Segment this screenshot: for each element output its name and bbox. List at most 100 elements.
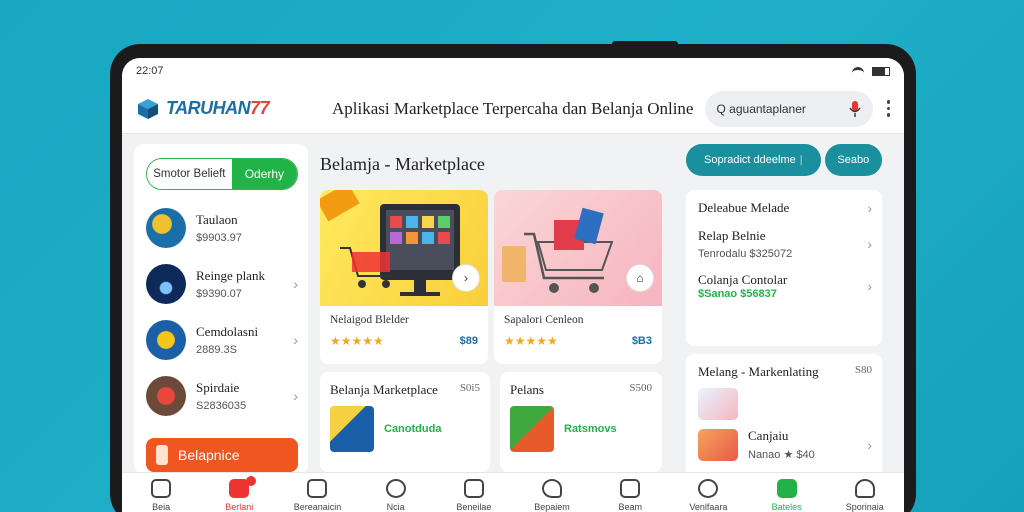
mini-title: Pelans <box>510 382 544 397</box>
chevron-right-icon: › <box>867 236 872 252</box>
seller-item[interactable]: Spirdaie S2836035 › <box>146 368 298 424</box>
page-title: Aplikasi Marketplace Terpercaha dan Bela… <box>332 98 694 118</box>
cube-icon <box>138 98 158 119</box>
bottom-nav: Beia Berlani Bereanaicin Ncia Beneilae B… <box>122 472 904 512</box>
seller-name: Cemdolasni <box>196 324 259 339</box>
trend-thumbnail <box>698 428 738 461</box>
seller-sub: S2836035 <box>196 400 247 412</box>
secondary-action-button[interactable]: Seabo <box>824 144 882 176</box>
mini-thumbnail <box>510 406 554 452</box>
nav-explore[interactable]: Ncia <box>361 479 431 512</box>
search-placeholder: Q aguantaplaner <box>716 101 806 116</box>
wifi-icon <box>852 66 864 76</box>
segment-control: Smotor Belieft Oderhy <box>146 158 298 190</box>
section-title: Belamja - Marketplace <box>320 153 485 174</box>
seller-item[interactable]: Reinge plank $9390.07 › <box>146 256 298 312</box>
mini-tag: Ratsmovs <box>564 423 617 435</box>
nav-storage[interactable]: Beam <box>595 479 665 512</box>
status-bar: 22:07 <box>122 58 904 84</box>
list-icon <box>463 479 484 498</box>
mini-product-card[interactable]: Belanja Marketplace S0i5 Canotduda <box>320 372 490 472</box>
nav-profile[interactable]: Sporinaia <box>830 479 900 512</box>
trend-card: Melang - Markenlating S80 Canjaiu Nanao … <box>686 354 882 478</box>
nav-wallet[interactable]: Bateles <box>752 479 822 512</box>
trend-price: S80 <box>854 364 872 376</box>
nav-favorites[interactable]: Bepaiem <box>517 479 587 512</box>
product-image: ⌂ <box>494 190 662 306</box>
home-icon <box>151 479 172 498</box>
seller-sub: $9903.97 <box>196 232 242 244</box>
primary-action-button[interactable]: Sopradict ddeelme | <box>686 144 821 176</box>
nav-list[interactable]: Beneilae <box>439 479 509 512</box>
info-item[interactable]: Relap Belnie Tenrodalu $325072 › <box>698 228 872 260</box>
seller-panel: Smotor Belieft Oderhy Taulaon $9903.97 R… <box>134 144 308 474</box>
nav-box[interactable]: Bereanaicin <box>282 479 352 512</box>
chevron-right-icon: › <box>293 332 298 348</box>
heart-icon <box>542 479 563 498</box>
chevron-right-icon: › <box>867 436 872 453</box>
app-screen: 22:07 TARUHAN77 Aplikasi Marketplace Ter… <box>122 58 904 512</box>
user-icon <box>854 479 875 498</box>
microphone-icon[interactable] <box>848 100 861 117</box>
mini-product-card[interactable]: Pelans S500 Ratsmovs <box>500 372 662 472</box>
trend-item-sub: Nanao ★ $40 <box>748 449 815 461</box>
search-input[interactable]: Q aguantaplaner <box>704 90 873 127</box>
status-time: 22:07 <box>136 65 164 77</box>
avatar <box>146 320 186 360</box>
info-card: Deleabue Melade › Relap Belnie Tenrodalu… <box>686 190 882 346</box>
battery-icon <box>872 66 890 76</box>
seller-item[interactable]: Taulaon $9903.97 <box>146 200 298 256</box>
promo-button[interactable]: Belapnice <box>146 438 298 472</box>
mini-title: Belanja Marketplace <box>330 382 438 397</box>
marketplace-section: Belamja - Marketplace › Nelaigod Blelder… <box>320 144 674 474</box>
chat-icon <box>698 479 719 498</box>
info-item[interactable]: Deleabue Melade › <box>698 200 872 216</box>
open-button[interactable]: ⌂ <box>626 264 654 292</box>
mini-thumbnail <box>330 406 374 452</box>
product-image: › <box>320 190 488 306</box>
product-card[interactable]: ⌂ Sapalori Cenleon ★★★★★ $B3 <box>494 190 662 364</box>
trend-thumb-row <box>698 388 872 420</box>
mini-price: S500 <box>629 382 652 394</box>
product-card[interactable]: › Nelaigod Blelder ★★★★★ $89 <box>320 190 488 364</box>
side-panel: Sopradict ddeelme | Seabo Deleabue Melade… <box>686 144 882 478</box>
avatar <box>146 376 186 416</box>
avatar <box>146 208 186 248</box>
more-icon[interactable] <box>886 100 890 117</box>
seller-name: Reinge plank <box>196 268 265 283</box>
compass-icon <box>385 479 406 498</box>
open-button[interactable]: › <box>452 264 480 292</box>
promo-label: Belapnice <box>178 447 240 463</box>
product-name: Sapalori Cenleon <box>504 314 584 326</box>
nav-offers[interactable]: Berlani <box>204 476 274 512</box>
seller-sub: $9390.07 <box>196 288 242 300</box>
info-item[interactable]: Colanja Contolar $Sanao $56837 › <box>698 272 872 300</box>
chevron-right-icon: › <box>867 200 872 216</box>
device-camera-bar <box>612 41 678 47</box>
trend-thumbnail <box>698 388 738 420</box>
nav-home[interactable]: Beia <box>126 479 196 512</box>
product-price: $89 <box>459 335 478 347</box>
brand-name: TARUHAN77 <box>166 98 270 118</box>
notification-badge <box>246 476 257 486</box>
database-icon <box>620 479 641 498</box>
segment-option-b[interactable]: Oderhy <box>231 159 297 189</box>
mini-tag: Canotduda <box>384 423 442 435</box>
product-name: Nelaigod Blelder <box>330 314 409 326</box>
chevron-right-icon: › <box>293 388 298 404</box>
trend-item[interactable]: Canjaiu Nanao ★ $40 › <box>698 428 872 461</box>
seller-sub: 2889.3S <box>196 344 237 356</box>
product-price: $B3 <box>631 335 652 347</box>
rating-stars: ★★★★★ <box>330 334 384 348</box>
mini-price: S0i5 <box>459 382 480 394</box>
avatar <box>146 264 186 304</box>
segment-option-a[interactable]: Smotor Belieft <box>147 159 232 189</box>
seller-item[interactable]: Cemdolasni 2889.3S › <box>146 312 298 368</box>
chevron-right-icon: › <box>867 278 872 294</box>
box-icon <box>307 479 328 498</box>
trend-title: Melang - Markenlating <box>698 364 819 379</box>
wallet-icon <box>776 479 797 498</box>
brand-logo[interactable]: TARUHAN77 <box>136 97 332 121</box>
nav-messages[interactable]: Venlfaara <box>673 479 743 512</box>
bottle-icon <box>156 445 168 465</box>
